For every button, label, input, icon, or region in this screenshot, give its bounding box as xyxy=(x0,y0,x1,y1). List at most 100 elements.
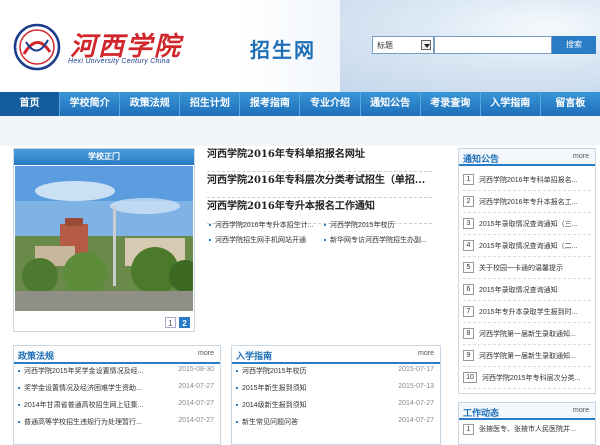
search-field-select[interactable]: 标题 xyxy=(372,36,434,54)
item-text: 河西学院2015年专科层次分类... xyxy=(482,374,581,382)
list-item[interactable]: 河西学院2015年校历 2015-07-17 xyxy=(232,366,440,381)
search-bar: 标题 搜索 xyxy=(372,36,596,54)
nav-item-query[interactable]: 考录查询 xyxy=(421,92,481,116)
photo-title: 学校正门 xyxy=(14,149,194,165)
work-box-title: 工作动态 xyxy=(463,408,500,418)
headline-list: 河西学院2016年专科单招报名网址 河西学院2016年专科层次分类考试招生（单招… xyxy=(207,148,432,226)
list-item[interactable]: 6 2015年录取情况查询通知 xyxy=(463,279,591,301)
item-date: 2015-07-13 xyxy=(398,383,434,390)
list-item[interactable]: 2014级新生报到须知 2014-07-27 xyxy=(232,400,440,415)
item-number: 4 xyxy=(463,240,474,251)
mini-link-list: 河西学院2016年专升本招生计... 河西学院2015年校历 河西学院招生网手机… xyxy=(207,220,437,250)
main-nav: 首页 学校简介 政策法规 招生计划 报考指南 专业介绍 通知公告 考录查询 入学… xyxy=(0,92,600,116)
policy-more-link[interactable]: more xyxy=(198,350,214,357)
chevron-down-icon[interactable] xyxy=(421,40,431,50)
list-item[interactable]: 1 张掖医专、张掖市人民医院并... xyxy=(459,420,595,438)
item-date: 2014-07-27 xyxy=(178,383,214,390)
item-text: 2015年专升本录取学生报到时... xyxy=(479,308,578,316)
item-text: 关于校园一卡通的温馨提示 xyxy=(479,264,563,272)
policy-box: 政策法规 more 河西学院2015年奖学金设置情况及经... 2015-08-3… xyxy=(13,345,221,445)
nav-item-enroll-guide[interactable]: 入学指南 xyxy=(481,92,541,116)
mini-link[interactable]: 新华网专访河西学院招生办副... xyxy=(322,235,437,250)
university-logo[interactable]: 河西学院 Hexi University Century China xyxy=(12,22,202,72)
item-text: 奖学金设置情况及经济困难学生资助... xyxy=(24,385,142,392)
search-button[interactable]: 搜索 xyxy=(552,36,596,54)
headline-item[interactable]: 河西学院2016年专科层次分类考试招生（单招... xyxy=(207,174,432,198)
list-item[interactable]: 4 2015年录取情况查询通知（二... xyxy=(463,235,591,257)
header: 河西学院 Hexi University Century China 招生网 标… xyxy=(0,0,600,92)
guide-more-link[interactable]: more xyxy=(418,350,434,357)
item-text: 2015年录取情况查询通知 xyxy=(479,286,558,294)
mini-link-row: 河西学院招生网手机网站开通 新华网专访河西学院招生办副... xyxy=(207,235,437,250)
list-item[interactable]: 新生常见问题问答 2014-07-27 xyxy=(232,417,440,432)
photo-slideshow: 学校正门 1 2 xyxy=(13,148,195,332)
guide-box-title: 入学指南 xyxy=(236,351,273,361)
banner-gap xyxy=(0,116,600,146)
list-item[interactable]: 5 关于校园一卡通的温馨提示 xyxy=(463,257,591,279)
list-item[interactable]: 奖学金设置情况及经济困难学生资助... 2014-07-27 xyxy=(14,383,220,398)
policy-box-header: 政策法规 more xyxy=(14,346,220,364)
list-item[interactable]: 河西学院2015年奖学金设置情况及经... 2015-08-30 xyxy=(14,366,220,381)
mini-link[interactable]: 河西学院2015年校历 xyxy=(322,220,437,235)
nav-item-plan[interactable]: 招生计划 xyxy=(180,92,241,116)
item-number: 6 xyxy=(463,284,474,295)
item-text: 2015年录取情况查询通知（三... xyxy=(479,220,578,228)
campus-gate-photo[interactable] xyxy=(15,166,193,311)
item-text: 河西学院第一届新生录取通知... xyxy=(479,330,576,338)
item-number: 5 xyxy=(463,262,474,273)
photo-pager: 1 2 xyxy=(165,317,190,328)
mini-link[interactable]: 河西学院2016年专升本招生计... xyxy=(207,220,322,235)
pager-page-1[interactable]: 1 xyxy=(165,317,176,328)
list-item[interactable]: 10 河西学院2015年专科层次分类... xyxy=(463,367,591,389)
list-item[interactable]: 3 2015年录取情况查询通知（三... xyxy=(463,213,591,235)
nav-item-home[interactable]: 首页 xyxy=(0,92,61,116)
list-item[interactable]: 2 河西学院2016年专升本报名工... xyxy=(463,191,591,213)
item-number: 2 xyxy=(463,196,474,207)
item-date: 2015-07-17 xyxy=(398,366,434,373)
logo-english-text: Hexi University Century China xyxy=(68,58,171,65)
emblem-icon xyxy=(13,23,61,71)
item-text: 张掖医专、张掖市人民医院并... xyxy=(479,426,576,433)
nav-item-messages[interactable]: 留言板 xyxy=(541,92,600,116)
item-number: 9 xyxy=(463,350,474,361)
pager-page-2[interactable]: 2 xyxy=(179,317,190,328)
item-text: 2014年甘肃省普通高校招生网上征集... xyxy=(24,402,144,409)
guide-box: 入学指南 more 河西学院2015年校历 2015-07-17 2015年新生报… xyxy=(231,345,441,445)
notice-box-title: 通知公告 xyxy=(463,154,500,164)
item-text: 新生常见问题问答 xyxy=(242,419,298,426)
nav-item-majors[interactable]: 专业介绍 xyxy=(300,92,361,116)
list-item[interactable]: 9 河西学院第一届新生录取通知... xyxy=(463,345,591,367)
site-name: 招生网 xyxy=(250,40,316,62)
item-number: 8 xyxy=(463,328,474,339)
list-item[interactable]: 2015年新生报到须知 2015-07-13 xyxy=(232,383,440,398)
nav-item-policy[interactable]: 政策法规 xyxy=(120,92,181,116)
headline-item[interactable]: 河西学院2016年专科单招报名网址 xyxy=(207,148,432,172)
item-date: 2015-08-30 xyxy=(178,366,214,373)
item-date: 2014-07-27 xyxy=(398,417,434,424)
list-item[interactable]: 普通高等学校招生违规行为处理暂行... 2014-07-27 xyxy=(14,417,220,432)
policy-box-title: 政策法规 xyxy=(18,351,55,361)
nav-item-notices[interactable]: 通知公告 xyxy=(361,92,421,116)
work-more-link[interactable]: more xyxy=(573,407,589,414)
item-number: 7 xyxy=(463,306,474,317)
search-input[interactable] xyxy=(434,36,552,54)
mini-link-row: 河西学院2016年专升本招生计... 河西学院2015年校历 xyxy=(207,220,437,235)
item-text: 河西学院2015年校历 xyxy=(242,368,307,375)
nav-item-about[interactable]: 学校简介 xyxy=(60,92,121,116)
nav-item-guide[interactable]: 报考指南 xyxy=(240,92,301,116)
list-item[interactable]: 8 河西学院第一届新生录取通知... xyxy=(463,323,591,345)
list-item[interactable]: 2014年甘肃省普通高校招生网上征集... 2014-07-27 xyxy=(14,400,220,415)
item-text: 河西学院第一届新生录取通知... xyxy=(479,352,576,360)
notice-box-header: 通知公告 more xyxy=(459,149,595,166)
notice-more-link[interactable]: more xyxy=(573,153,589,160)
item-number: 3 xyxy=(463,218,474,229)
item-text: 河西学院2016年专科单招报名... xyxy=(479,176,578,184)
search-select-value: 标题 xyxy=(377,41,393,50)
notice-list: 1 河西学院2016年专科单招报名... 2 河西学院2016年专升本报名工... … xyxy=(459,166,595,392)
list-item[interactable]: 7 2015年专升本录取学生报到时... xyxy=(463,301,591,323)
list-item[interactable]: 1 河西学院2016年专科单招报名... xyxy=(463,169,591,191)
mini-link[interactable]: 河西学院招生网手机网站开通 xyxy=(207,235,322,250)
work-box: 工作动态 more 1 张掖医专、张掖市人民医院并... xyxy=(458,402,596,445)
item-date: 2014-07-27 xyxy=(398,400,434,407)
item-text: 河西学院2015年奖学金设置情况及经... xyxy=(24,368,144,375)
